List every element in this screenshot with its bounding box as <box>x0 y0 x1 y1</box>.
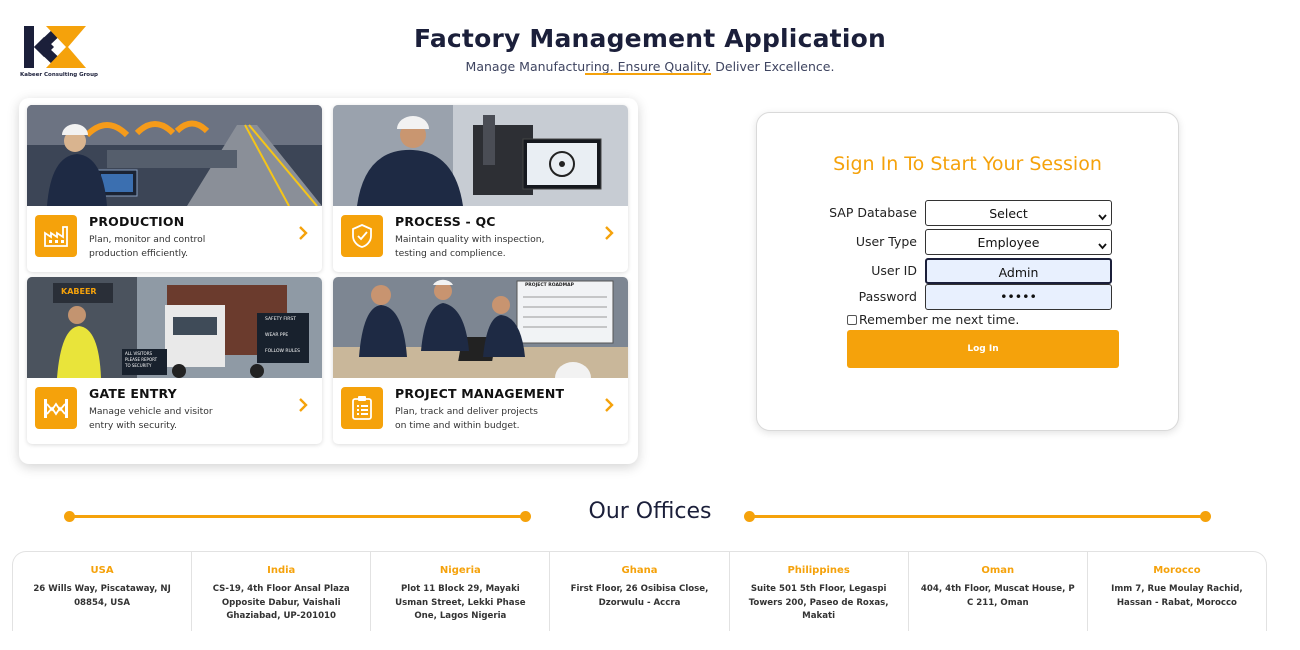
office-country: USA <box>90 565 114 576</box>
gate-icon <box>35 387 77 429</box>
module-title: PROJECT MANAGEMENT <box>395 386 565 401</box>
user-type-row: User Type Employee <box>757 229 1180 255</box>
sap-database-value: Select <box>989 206 1028 221</box>
office-philippines: Philippines Suite 501 5th Floor, Legaspi… <box>730 552 909 631</box>
offices-title: Our Offices <box>588 499 712 524</box>
office-address: First Floor, 26 Osibisa Close, Dzorwulu … <box>570 584 709 608</box>
chevron-down-icon <box>1098 209 1107 224</box>
chevron-right-icon[interactable] <box>604 397 614 417</box>
sap-database-label: SAP Database <box>829 205 917 220</box>
module-description: Plan, monitor and control production eff… <box>89 234 206 259</box>
user-id-input[interactable]: Admin <box>925 258 1112 284</box>
user-type-label: User Type <box>855 234 917 249</box>
office-morocco: Morocco Imm 7, Rue Moulay Rachid, Hassan… <box>1088 552 1266 631</box>
user-id-value: Admin <box>998 265 1039 280</box>
office-country: Nigeria <box>439 565 481 576</box>
photo-sign-project-roadmap: PROJECT ROADMAP <box>525 283 574 288</box>
module-title: GATE ENTRY <box>89 386 177 401</box>
project-management-photo: PROJECT ROADMAP <box>333 277 628 378</box>
gate-entry-photo: KABEER SAFETY FIRST WEAR PPE FOLLOW RULE… <box>27 277 322 378</box>
module-card-process-qc[interactable]: PROCESS - QC Maintain quality with inspe… <box>333 105 628 272</box>
user-type-value: Employee <box>977 235 1040 250</box>
module-title: PRODUCTION <box>89 214 185 229</box>
office-usa: USA 26 Wills Way, Piscataway, NJ 08854, … <box>13 552 193 631</box>
page-title: Factory Management Application <box>414 24 886 53</box>
sap-database-row: SAP Database Select <box>757 200 1180 226</box>
login-heading: Sign In To Start Your Session <box>833 153 1102 175</box>
remember-me: Remember me next time. <box>847 312 1019 327</box>
office-address: Suite 501 5th Floor, Legaspi Towers 200,… <box>748 584 889 621</box>
office-india: India CS-19, 4th Floor Ansal Plaza Oppos… <box>192 552 372 631</box>
chevron-right-icon[interactable] <box>604 225 614 245</box>
module-title: PROCESS - QC <box>395 214 496 229</box>
office-oman: Oman 404, 4th Floor, Muscat House, P C 2… <box>909 552 1088 631</box>
office-address: Plot 11 Block 29, Mayaki Usman Street, L… <box>395 584 526 621</box>
password-row: Password ••••• <box>757 284 1180 310</box>
sap-database-select[interactable]: Select <box>925 200 1112 226</box>
modules-panel: PRODUCTION Plan, monitor and control pro… <box>19 98 638 464</box>
offices-list: USA 26 Wills Way, Piscataway, NJ 08854, … <box>12 551 1267 631</box>
photo-sign-follow-rules: FOLLOW RULES <box>265 349 301 354</box>
office-address: 26 Wills Way, Piscataway, NJ 08854, USA <box>33 584 171 608</box>
user-id-label: User ID <box>871 263 917 278</box>
office-address: Imm 7, Rue Moulay Rachid, Hassan - Rabat… <box>1111 584 1243 608</box>
photo-sign-safety-first: SAFETY FIRST <box>265 317 297 322</box>
production-photo <box>27 105 322 206</box>
password-label: Password <box>858 289 917 304</box>
chevron-down-icon <box>1098 238 1107 253</box>
divider-line-right <box>750 515 1206 518</box>
user-type-select[interactable]: Employee <box>925 229 1112 255</box>
login-panel: Sign In To Start Your Session SAP Databa… <box>756 112 1179 431</box>
shield-check-icon <box>341 215 383 257</box>
password-value: ••••• <box>1000 289 1037 304</box>
office-country: Oman <box>981 565 1015 576</box>
module-card-gate-entry[interactable]: KABEER SAFETY FIRST WEAR PPE FOLLOW RULE… <box>27 277 322 444</box>
remember-me-label: Remember me next time. <box>859 312 1020 327</box>
office-address: 404, 4th Floor, Muscat House, P C 211, O… <box>920 584 1075 608</box>
office-address: CS-19, 4th Floor Ansal Plaza Opposite Da… <box>212 584 350 621</box>
page-header: Factory Management Application Manage Ma… <box>0 24 1300 74</box>
module-description: Maintain quality with inspection, testin… <box>395 234 545 259</box>
chevron-right-icon[interactable] <box>298 225 308 245</box>
office-country: Philippines <box>787 565 850 576</box>
office-nigeria: Nigeria Plot 11 Block 29, Mayaki Usman S… <box>371 552 551 631</box>
password-input[interactable]: ••••• <box>925 284 1112 310</box>
office-country: India <box>267 565 296 576</box>
user-id-row: User ID Admin <box>757 258 1180 284</box>
photo-sign-kabeer: KABEER <box>61 287 97 296</box>
divider-dot <box>1200 511 1211 522</box>
process-qc-photo <box>333 105 628 206</box>
photo-sign-visitors: ALL VISITORS PLEASE REPORT TO SECURITY <box>125 351 158 368</box>
module-card-project-management[interactable]: PROJECT ROADMAP PROJECT MANAGEMENT Plan,… <box>333 277 628 444</box>
remember-me-checkbox[interactable] <box>847 314 857 325</box>
office-country: Ghana <box>621 565 658 576</box>
page: Kabeer Consulting Group Factory Manageme… <box>0 0 1300 650</box>
office-country: Morocco <box>1153 565 1201 576</box>
login-button[interactable]: Log In <box>847 330 1119 368</box>
factory-icon <box>35 215 77 257</box>
clipboard-icon <box>341 387 383 429</box>
module-description: Manage vehicle and visitor entry with se… <box>89 406 213 431</box>
chevron-right-icon[interactable] <box>298 397 308 417</box>
subtitle-underline <box>585 73 711 75</box>
office-ghana: Ghana First Floor, 26 Osibisa Close, Dzo… <box>550 552 730 631</box>
page-subtitle: Manage Manufacturing. Ensure Quality. De… <box>465 59 835 74</box>
module-card-production[interactable]: PRODUCTION Plan, monitor and control pro… <box>27 105 322 272</box>
module-description: Plan, track and deliver projects on time… <box>395 406 538 431</box>
photo-sign-wear-ppe: WEAR PPE <box>265 333 289 338</box>
